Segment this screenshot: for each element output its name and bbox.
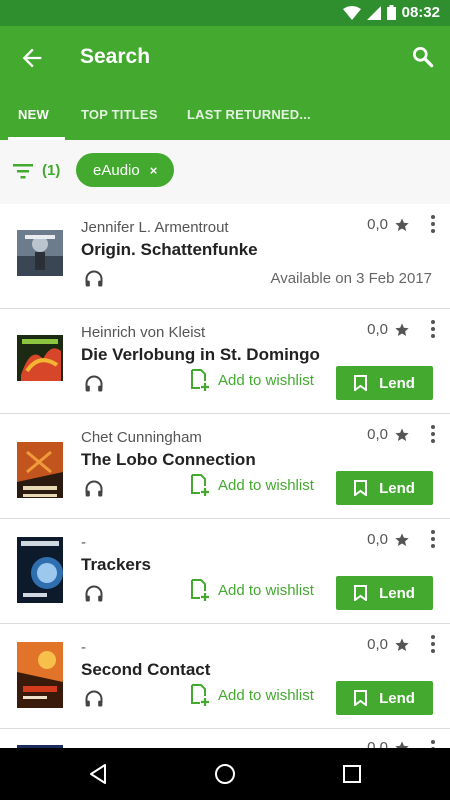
tab-top-titles[interactable]: TOP TITLES (81, 90, 158, 140)
book-title: Die Verlobung in St. Domingo (81, 345, 320, 364)
more-vert-icon[interactable] (430, 529, 436, 549)
clock: 08:32 (401, 4, 440, 21)
filter-bar: (1) eAudio × (0, 140, 450, 204)
wishlist-label: Add to wishlist (218, 686, 314, 704)
battery-icon (386, 5, 396, 20)
page-title: Search (80, 45, 151, 68)
add-to-wishlist-icon (191, 474, 209, 496)
lend-button[interactable]: Lend (336, 576, 433, 610)
nav-home-icon[interactable] (213, 762, 237, 786)
more-vert-icon[interactable] (430, 634, 436, 654)
chip-label: eAudio (93, 161, 140, 179)
headphones-icon (85, 585, 103, 602)
book-cover (17, 537, 63, 603)
list-item[interactable]: - Second Contact 0,0 Add to wishlist Len… (0, 624, 450, 729)
add-to-wishlist-icon (191, 369, 209, 391)
headphones-icon (85, 480, 103, 497)
nav-back-icon[interactable] (86, 762, 110, 786)
lend-label: Lend (379, 584, 415, 602)
signal-icon (366, 5, 381, 20)
lend-label: Lend (379, 479, 415, 497)
lend-button[interactable]: Lend (336, 471, 433, 505)
filter-chip-eaudio[interactable]: eAudio × (76, 153, 175, 187)
rating-value: 0,0 (367, 531, 388, 548)
book-author: Jennifer L. Armentrout (81, 219, 229, 236)
rating: 0,0 (367, 426, 410, 443)
rating: 0,0 (367, 216, 410, 233)
book-cover (17, 442, 63, 498)
bookmark-icon (354, 690, 368, 706)
book-cover (17, 335, 63, 381)
more-vert-icon[interactable] (430, 214, 436, 234)
lend-label: Lend (379, 689, 415, 707)
star-icon (395, 217, 409, 231)
wishlist-label: Add to wishlist (218, 371, 314, 389)
chip-close-icon[interactable]: × (150, 163, 158, 178)
search-icon[interactable] (410, 44, 436, 70)
availability-date: Available on 3 Feb 2017 (270, 270, 432, 287)
nav-recents-icon[interactable] (340, 762, 364, 786)
bookmark-icon (354, 480, 368, 496)
book-author: - (81, 639, 86, 656)
book-cover (17, 230, 63, 276)
rating: 0,0 (367, 636, 410, 653)
lend-button[interactable]: Lend (336, 681, 433, 715)
headphones-icon (85, 690, 103, 707)
wifi-icon (342, 5, 361, 20)
star-icon (395, 322, 409, 336)
more-vert-icon[interactable] (430, 424, 436, 444)
book-title: Second Contact (81, 660, 211, 679)
rating-value: 0,0 (367, 636, 388, 653)
star-icon (395, 637, 409, 651)
add-to-wishlist-icon (191, 579, 209, 601)
add-to-wishlist-button[interactable]: Add to wishlist (190, 579, 314, 601)
wishlist-label: Add to wishlist (218, 581, 314, 599)
tab-bar: NEW TOP TITLES LAST RETURNED... (0, 90, 450, 140)
wishlist-label: Add to wishlist (218, 476, 314, 494)
list-item[interactable]: Jennifer L. Armentrout Origin. Schattenf… (0, 204, 450, 309)
add-to-wishlist-button[interactable]: Add to wishlist (190, 369, 314, 391)
list-item[interactable]: Chet Cunningham The Lobo Connection 0,0 … (0, 414, 450, 519)
list-item[interactable]: - Trackers 0,0 Add to wishlist Lend (0, 519, 450, 624)
add-to-wishlist-button[interactable]: Add to wishlist (190, 474, 314, 496)
book-author: - (81, 534, 86, 551)
book-author: Heinrich von Kleist (81, 324, 206, 341)
star-icon (395, 532, 409, 546)
filter-icon[interactable] (12, 161, 34, 181)
book-author: Chet Cunningham (81, 429, 202, 446)
list-item[interactable]: Heinrich von Kleist Die Verlobung in St.… (0, 309, 450, 414)
rating-value: 0,0 (367, 216, 388, 233)
book-title: The Lobo Connection (81, 450, 256, 469)
headphones-icon (85, 270, 103, 287)
lend-label: Lend (379, 374, 415, 392)
book-cover (17, 642, 63, 708)
lend-button[interactable]: Lend (336, 366, 433, 400)
book-title: Trackers (81, 555, 151, 574)
tab-last-returned[interactable]: LAST RETURNED... (187, 90, 311, 140)
system-nav-bar (0, 748, 450, 800)
add-to-wishlist-icon (191, 684, 209, 706)
add-to-wishlist-button[interactable]: Add to wishlist (190, 684, 314, 706)
bookmark-icon (354, 585, 368, 601)
rating-value: 0,0 (367, 321, 388, 338)
back-arrow-icon[interactable] (18, 44, 46, 72)
status-bar: 08:32 (0, 0, 450, 26)
rating: 0,0 (367, 321, 410, 338)
filter-count[interactable]: (1) (42, 162, 60, 179)
rating-value: 0,0 (367, 426, 388, 443)
more-vert-icon[interactable] (430, 319, 436, 339)
headphones-icon (85, 375, 103, 392)
tab-new[interactable]: NEW (8, 90, 65, 140)
app-bar: Search (0, 26, 450, 90)
bookmark-icon (354, 375, 368, 391)
rating: 0,0 (367, 531, 410, 548)
book-title: Origin. Schattenfunke (81, 240, 258, 259)
star-icon (395, 427, 409, 441)
